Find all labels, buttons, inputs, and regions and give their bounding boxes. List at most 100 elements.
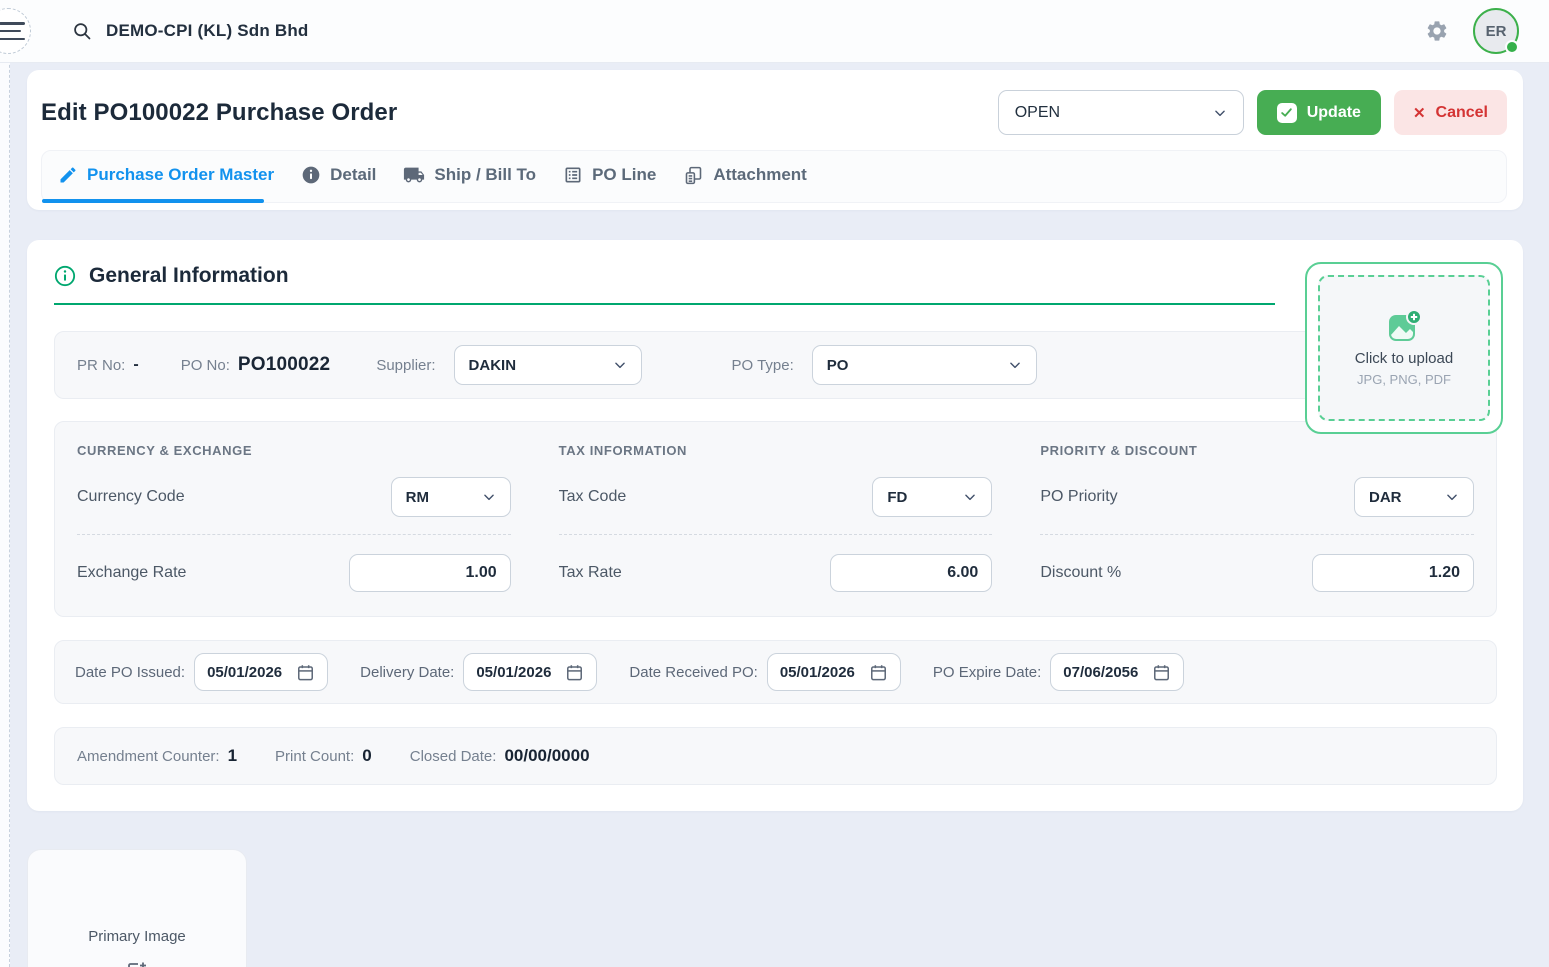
tax-code-value: FD bbox=[887, 489, 907, 506]
po-priority-select[interactable]: DAR bbox=[1354, 477, 1474, 517]
main-content: Edit PO100022 Purchase Order OPEN Update… bbox=[0, 62, 1549, 967]
info-icon bbox=[301, 165, 321, 185]
tab-detail[interactable]: Detail bbox=[301, 165, 376, 185]
tab-label: Attachment bbox=[713, 165, 807, 185]
date-po-issued-field: Date PO Issued: 05/01/2026 bbox=[75, 653, 328, 691]
chevron-down-icon bbox=[1445, 490, 1459, 504]
tab-purchase-order-master[interactable]: Purchase Order Master bbox=[58, 165, 274, 185]
print-count-label: Print Count: bbox=[275, 748, 354, 765]
date-value: 05/01/2026 bbox=[476, 664, 551, 681]
delivery-date-label: Delivery Date: bbox=[360, 664, 454, 681]
page-title: Edit PO100022 Purchase Order bbox=[41, 99, 397, 127]
update-button-label: Update bbox=[1307, 104, 1361, 122]
upload-dropzone[interactable]: Click to upload JPG, PNG, PDF bbox=[1305, 262, 1503, 434]
divider bbox=[559, 534, 993, 535]
image-upload-icon bbox=[1386, 309, 1422, 345]
active-tab-underline bbox=[42, 199, 264, 203]
amendment-counter: Amendment Counter: 1 bbox=[77, 746, 237, 766]
currency-code-label: Currency Code bbox=[77, 488, 185, 506]
date-value: 05/01/2026 bbox=[780, 664, 855, 681]
tab-ship-bill-to[interactable]: Ship / Bill To bbox=[403, 164, 536, 186]
currency-code-value: RM bbox=[406, 489, 429, 506]
discount-label: Discount % bbox=[1040, 564, 1121, 582]
chevron-down-icon bbox=[482, 490, 496, 504]
po-priority-label: PO Priority bbox=[1040, 488, 1117, 506]
po-meta-row: PR No: - PO No: PO100022 Supplier: DAKIN… bbox=[54, 331, 1497, 399]
priority-discount-column: PRIORITY & DISCOUNT PO Priority DAR Disc… bbox=[1040, 443, 1474, 592]
general-information-card: General Information Click to upload JPG,… bbox=[27, 240, 1523, 811]
column-heading: PRIORITY & DISCOUNT bbox=[1040, 443, 1474, 458]
hamburger-icon bbox=[0, 22, 25, 45]
tab-attachment[interactable]: Attachment bbox=[683, 165, 807, 186]
tax-rate-input[interactable] bbox=[830, 554, 992, 592]
po-priority-value: DAR bbox=[1369, 489, 1402, 506]
tab-po-line[interactable]: PO Line bbox=[563, 165, 656, 185]
date-received-po-picker[interactable]: 05/01/2026 bbox=[767, 653, 901, 691]
closed-date-label: Closed Date: bbox=[410, 748, 497, 765]
avatar[interactable]: ER bbox=[1473, 8, 1519, 54]
date-value: 07/06/2056 bbox=[1063, 664, 1138, 681]
cancel-button[interactable]: ✕ Cancel bbox=[1394, 90, 1507, 135]
supplier-select[interactable]: DAKIN bbox=[454, 345, 642, 385]
topbar: DEMO-CPI (KL) Sdn Bhd ER bbox=[0, 0, 1549, 62]
supplier-select-value: DAKIN bbox=[469, 357, 517, 374]
status-select[interactable]: OPEN bbox=[998, 90, 1244, 135]
print-count: Print Count: 0 bbox=[275, 746, 372, 766]
amendment-counter-value: 1 bbox=[228, 746, 237, 766]
date-po-issued-picker[interactable]: 05/01/2026 bbox=[194, 653, 328, 691]
date-received-po-label: Date Received PO: bbox=[629, 664, 757, 681]
discount-input[interactable] bbox=[1312, 554, 1474, 592]
avatar-initials: ER bbox=[1486, 23, 1507, 40]
po-type-select-value: PO bbox=[827, 357, 849, 374]
print-count-value: 0 bbox=[362, 746, 371, 766]
chevron-down-icon bbox=[1008, 358, 1022, 372]
divider bbox=[77, 534, 511, 535]
po-type-select[interactable]: PO bbox=[812, 345, 1037, 385]
delivery-date-picker[interactable]: 05/01/2026 bbox=[463, 653, 597, 691]
column-heading: CURRENCY & EXCHANGE bbox=[77, 443, 511, 458]
primary-image-card[interactable]: Primary Image bbox=[27, 849, 247, 967]
po-expire-date-picker[interactable]: 07/06/2056 bbox=[1050, 653, 1184, 691]
date-value: 05/01/2026 bbox=[207, 664, 282, 681]
currency-tax-priority-row: CURRENCY & EXCHANGE Currency Code RM Exc… bbox=[54, 421, 1497, 617]
status-select-value: OPEN bbox=[1015, 104, 1060, 122]
list-icon bbox=[563, 165, 583, 185]
search-icon[interactable] bbox=[72, 21, 92, 41]
section-divider bbox=[54, 303, 1275, 305]
info-icon bbox=[54, 265, 76, 287]
upload-filetypes: JPG, PNG, PDF bbox=[1357, 372, 1451, 387]
pr-no-label: PR No: bbox=[77, 357, 125, 374]
gear-icon[interactable] bbox=[1425, 19, 1449, 43]
delivery-date-field: Delivery Date: 05/01/2026 bbox=[360, 653, 597, 691]
calendar-icon bbox=[296, 663, 315, 682]
exchange-rate-label: Exchange Rate bbox=[77, 564, 186, 582]
chevron-down-icon bbox=[613, 358, 627, 372]
tax-rate-label: Tax Rate bbox=[559, 564, 622, 582]
date-po-issued-label: Date PO Issued: bbox=[75, 664, 185, 681]
counters-row: Amendment Counter: 1 Print Count: 0 Clos… bbox=[54, 727, 1497, 785]
closed-date: Closed Date: 00/00/0000 bbox=[410, 746, 590, 766]
company-name: DEMO-CPI (KL) Sdn Bhd bbox=[106, 21, 309, 41]
po-expire-date-field: PO Expire Date: 07/06/2056 bbox=[933, 653, 1184, 691]
currency-code-select[interactable]: RM bbox=[391, 477, 511, 517]
tax-information-column: TAX INFORMATION Tax Code FD Tax Rate bbox=[559, 443, 993, 592]
tab-label: Detail bbox=[330, 165, 376, 185]
currency-exchange-column: CURRENCY & EXCHANGE Currency Code RM Exc… bbox=[77, 443, 511, 592]
chevron-down-icon bbox=[1213, 106, 1227, 120]
po-no-label: PO No: bbox=[181, 357, 230, 374]
pr-no-value: - bbox=[133, 356, 138, 374]
tax-code-select[interactable]: FD bbox=[872, 477, 992, 517]
cancel-button-label: Cancel bbox=[1436, 104, 1488, 122]
image-plus-icon bbox=[125, 960, 149, 967]
check-icon bbox=[1277, 103, 1297, 123]
update-button[interactable]: Update bbox=[1257, 90, 1381, 135]
column-heading: TAX INFORMATION bbox=[559, 443, 993, 458]
date-received-po-field: Date Received PO: 05/01/2026 bbox=[629, 653, 900, 691]
exchange-rate-input[interactable] bbox=[349, 554, 511, 592]
upload-label: Click to upload bbox=[1355, 350, 1453, 367]
tax-code-label: Tax Code bbox=[559, 488, 627, 506]
close-icon: ✕ bbox=[1413, 104, 1426, 122]
presence-dot bbox=[1505, 40, 1519, 54]
po-expire-date-label: PO Expire Date: bbox=[933, 664, 1041, 681]
page-header-card: Edit PO100022 Purchase Order OPEN Update… bbox=[27, 70, 1523, 210]
